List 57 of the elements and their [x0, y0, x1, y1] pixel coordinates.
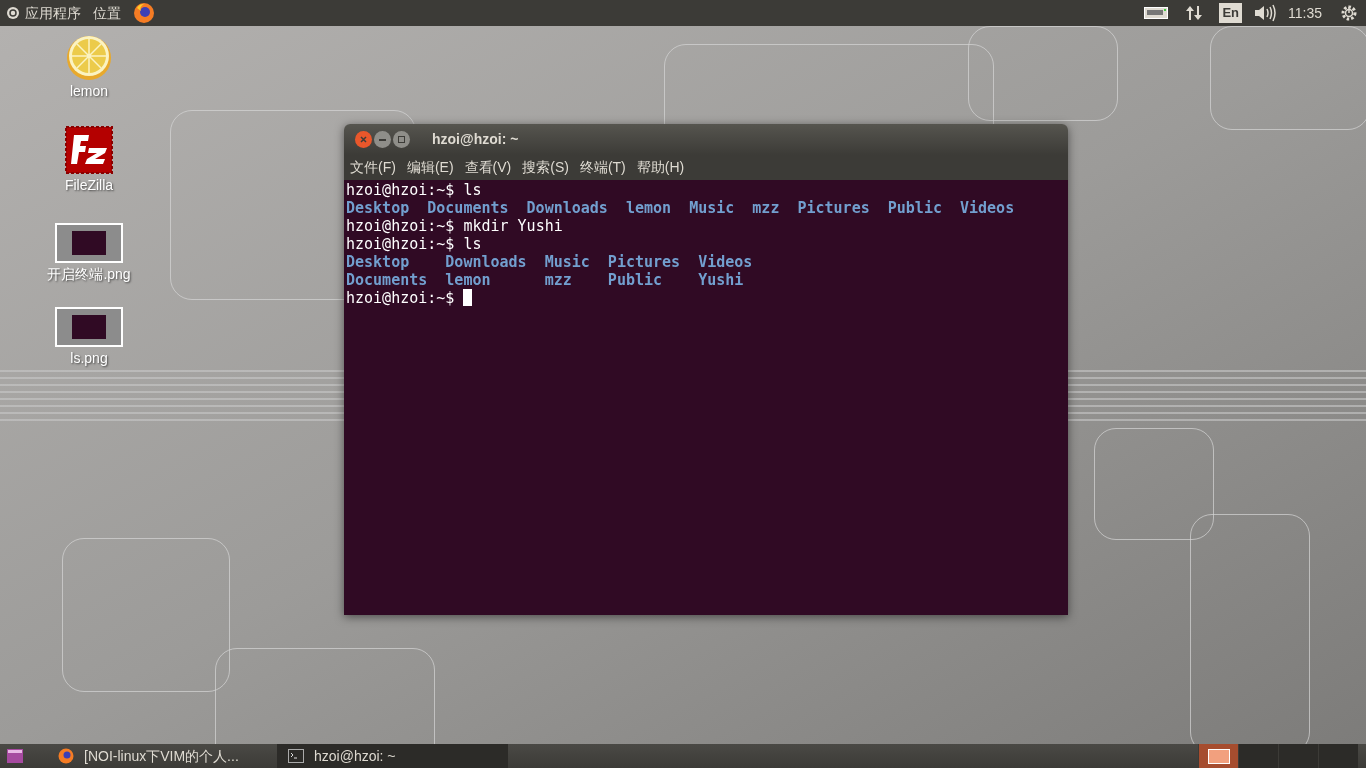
menu-item[interactable]: 查看(V) — [464, 157, 512, 178]
maximize-button[interactable] — [393, 131, 410, 148]
power-gear-icon[interactable] — [1340, 4, 1358, 22]
workspace-switcher[interactable] — [1318, 744, 1358, 768]
top-menu-item[interactable]: 位置 — [93, 2, 121, 24]
terminal-line: hzoi@hzoi:~$ ls — [346, 235, 482, 253]
directory-name: Documents — [427, 199, 509, 217]
directory-name: Downloads — [445, 253, 527, 271]
top-menu-item[interactable]: 应用程序 — [25, 2, 81, 24]
network-icon[interactable] — [1185, 4, 1204, 22]
terminal-line: hzoi@hzoi:~$ ls — [346, 181, 482, 199]
window-title: hzoi@hzoi: ~ — [432, 130, 519, 149]
terminal-icon — [288, 749, 304, 763]
directory-name: Videos — [698, 253, 753, 271]
menu-item[interactable]: 帮助(H) — [636, 157, 685, 178]
directory-name: Public — [887, 199, 942, 217]
firefox-icon — [58, 748, 74, 764]
close-icon — [360, 136, 367, 143]
firefox-icon[interactable] — [133, 2, 155, 24]
directory-name: Music — [689, 199, 735, 217]
menu-item[interactable]: 搜索(S) — [522, 157, 569, 178]
keyboard-icon[interactable] — [1144, 7, 1169, 19]
close-button[interactable] — [355, 131, 372, 148]
workspace-switcher[interactable] — [1278, 744, 1318, 768]
directory-name: lemon — [445, 271, 491, 289]
ubuntu-logo-icon[interactable] — [6, 6, 20, 20]
directory-name: Downloads — [526, 199, 608, 217]
minimize-icon — [379, 138, 386, 141]
directory-name: Public — [607, 271, 663, 289]
volume-icon[interactable] — [1254, 4, 1276, 22]
menu-item[interactable]: 文件(F) — [350, 157, 396, 178]
directory-name: Videos — [960, 199, 1015, 217]
taskbar-button[interactable]: hzoi@hzoi: ~ — [278, 744, 508, 768]
directory-name: Music — [544, 253, 590, 271]
filezilla-icon[interactable] — [65, 126, 113, 174]
directory-name: mzz — [752, 199, 780, 217]
show-desktop-icon[interactable] — [7, 749, 23, 763]
directory-name: Desktop — [346, 253, 410, 271]
menu-item[interactable]: 编辑(E) — [406, 157, 454, 178]
clock[interactable]: 11:35 — [1288, 2, 1322, 24]
workspace-switcher[interactable] — [1198, 744, 1238, 768]
workspace-switcher[interactable] — [1238, 744, 1278, 768]
maximize-icon — [398, 136, 405, 143]
keyboard-layout-indicator[interactable]: En — [1219, 3, 1242, 23]
terminal-line: hzoi@hzoi:~$ mkdir Yushi — [346, 217, 563, 235]
directory-name: lemon — [625, 199, 672, 217]
directory-name: Pictures — [797, 199, 870, 217]
screenshot-thumbnail[interactable] — [55, 307, 123, 347]
directory-name: Pictures — [607, 253, 681, 271]
menu-item[interactable]: 终端(T) — [579, 157, 626, 178]
terminal-line: hzoi@hzoi:~$ — [346, 289, 455, 307]
directory-name: Yushi — [698, 271, 744, 289]
directory-name: Desktop — [346, 199, 410, 217]
screenshot-thumbnail[interactable] — [55, 223, 123, 263]
minimize-button[interactable] — [374, 131, 391, 148]
directory-name: mzz — [544, 271, 572, 289]
directory-name: Documents — [346, 271, 428, 289]
